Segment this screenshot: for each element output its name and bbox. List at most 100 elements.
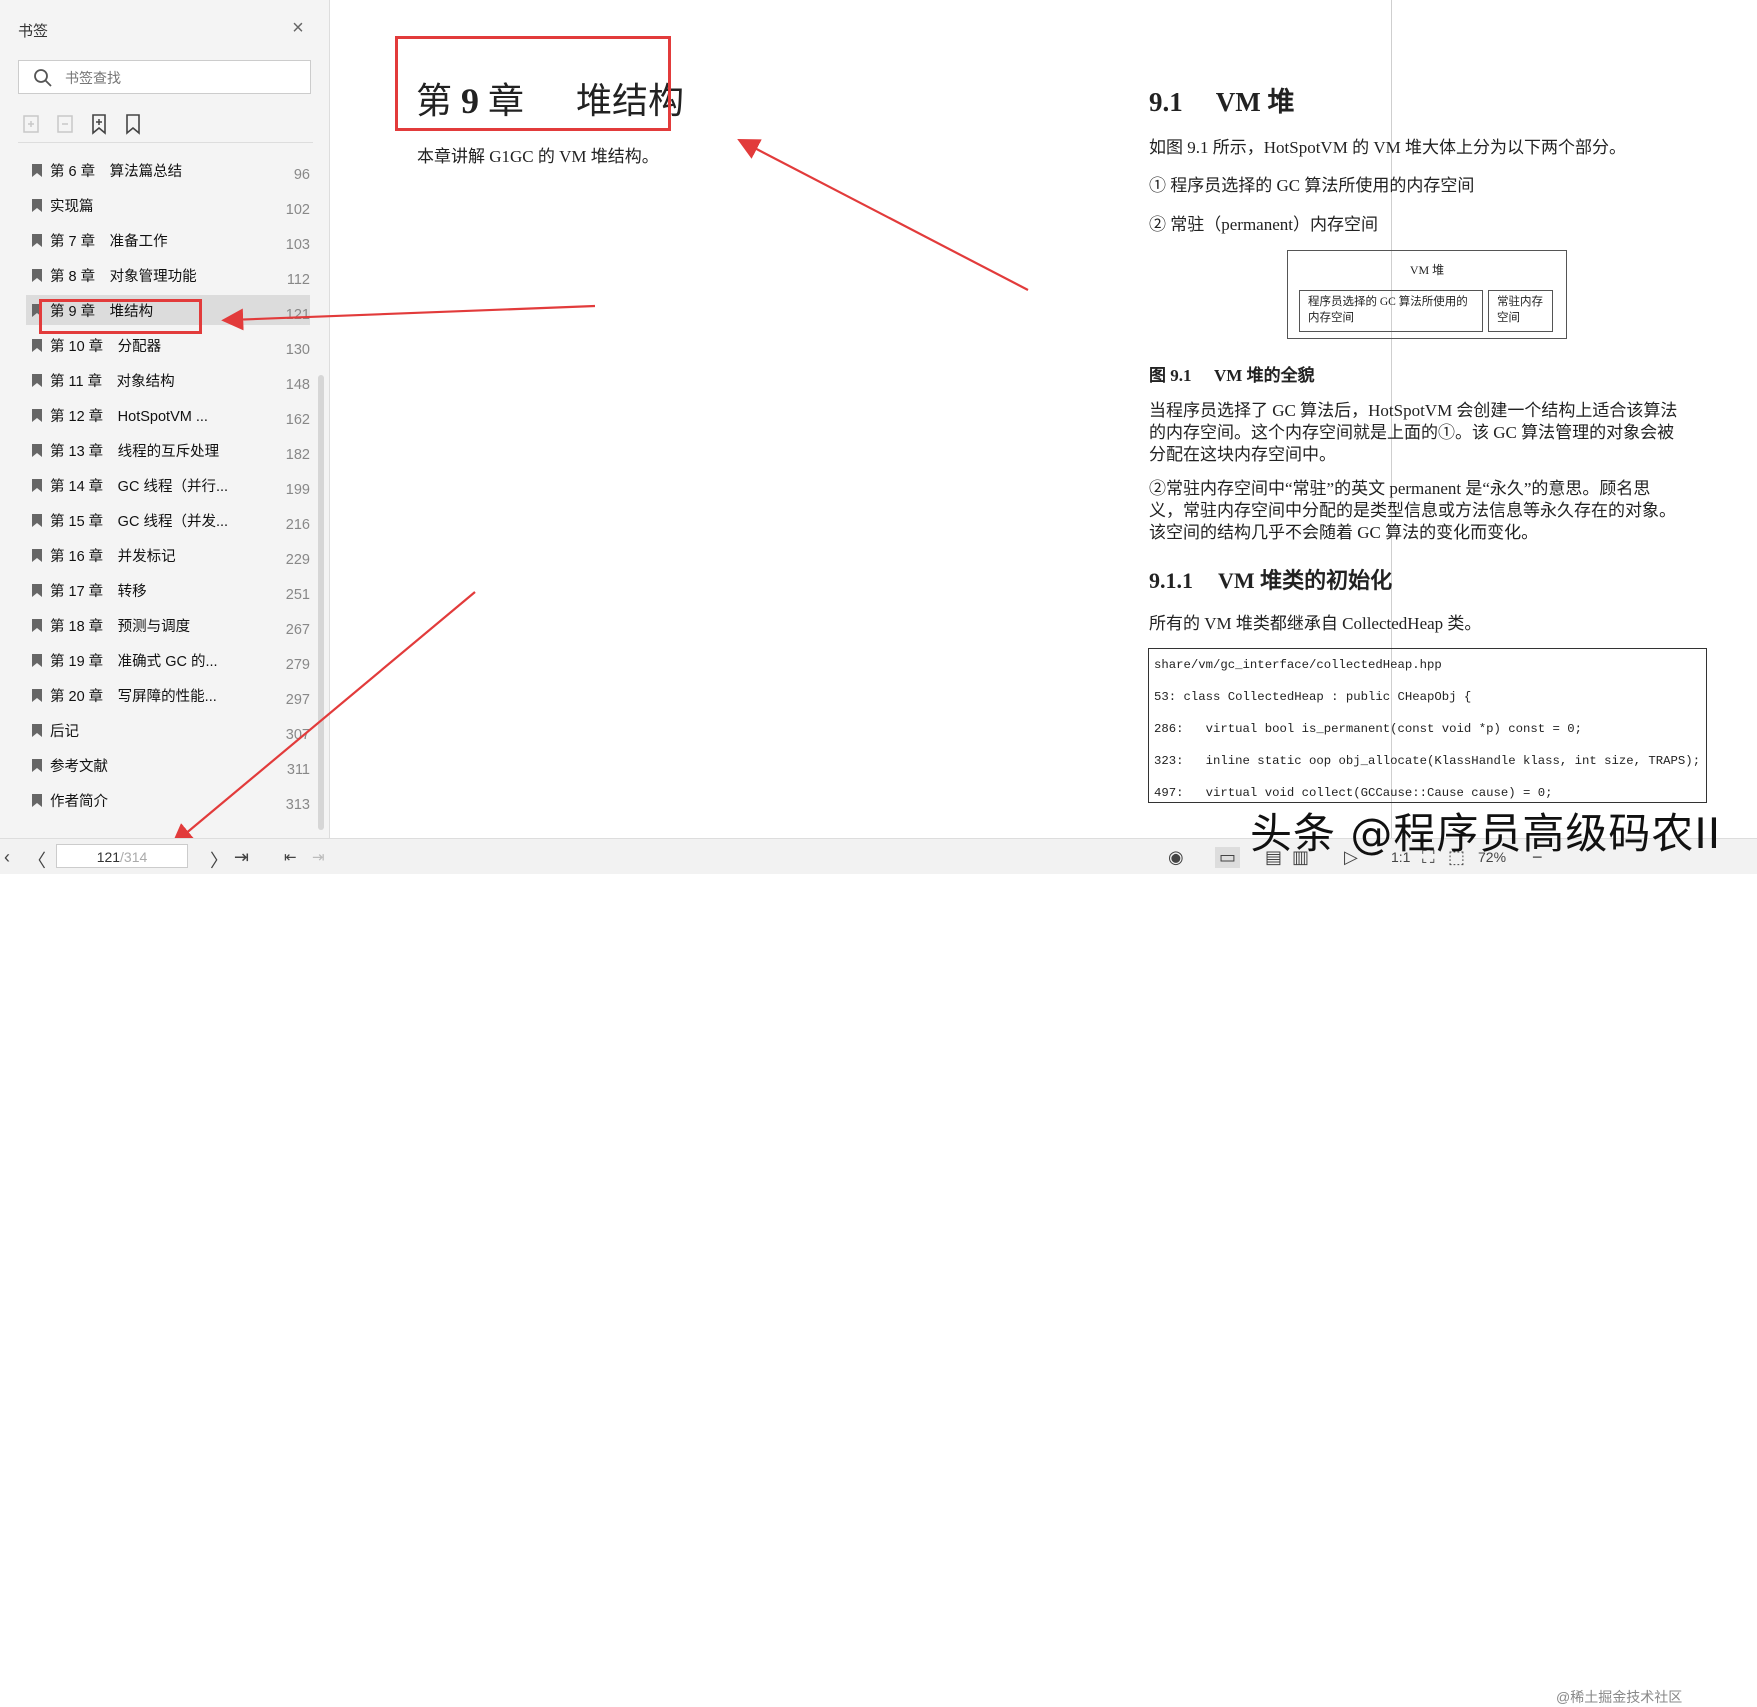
toc-item-label: 第 18 章 预测与调度 (50, 619, 191, 635)
search-input[interactable] (63, 67, 297, 89)
close-icon[interactable]: × (289, 18, 307, 38)
toc-item-page: 216 (285, 517, 310, 533)
chapter-intro: 本章讲解 G1GC 的 VM 堆结构。 (417, 147, 659, 166)
toc-item-page: 313 (285, 797, 310, 813)
toc-item-page: 162 (285, 412, 310, 428)
toc-item-page: 103 (285, 237, 310, 253)
toc-item-page: 112 (286, 272, 310, 288)
annotation-box-chapter-title (395, 36, 671, 131)
figure-caption: 图 9.1 VM 堆的全貌 (1149, 361, 1315, 386)
watermark-sub: @稀土掘金技术社区 (1556, 1689, 1683, 1705)
toc-item-label: 参考文献 (50, 759, 108, 775)
toc-item[interactable]: 第 10 章 分配器 130 (26, 330, 310, 360)
toc-item-label: 第 10 章 分配器 (50, 339, 162, 355)
figure-outer-label: VM 堆 (1409, 263, 1445, 277)
toc-item-page: 251 (285, 587, 310, 603)
toc-item[interactable]: 第 15 章 GC 线程（并发... 216 (26, 505, 310, 535)
figure-caption-text: VM 堆的全貌 (1214, 366, 1315, 385)
list-item: ① 程序员选择的 GC 算法所使用的内存空间 (1149, 176, 1475, 195)
bookmark-icon (32, 374, 42, 387)
figure-box-line: 程序员选择的 GC 算法所使用的 (1308, 296, 1468, 308)
bookmark-icon (32, 759, 42, 772)
next-page-button[interactable]: 〉 (210, 847, 228, 873)
add-bookmark-icon[interactable] (90, 113, 110, 135)
prev-icon[interactable]: ‹ (4, 847, 10, 868)
toc-item[interactable]: 实现篇 102 (26, 190, 310, 220)
toc-item-label: 第 8 章 对象管理功能 (50, 269, 197, 285)
bookmark-icon (32, 164, 42, 177)
toc-item-label: 实现篇 (50, 199, 94, 215)
single-page-icon[interactable]: ▭ (1215, 847, 1241, 868)
total-pages: /314 (120, 849, 148, 865)
toc-item-page: 267 (285, 622, 310, 638)
figure-box-permanent: 常驻内存 空间 (1488, 290, 1553, 332)
back-icon[interactable]: ⇤ (284, 848, 297, 866)
bookmark-search[interactable] (18, 60, 311, 94)
toc-item-page: 279 (285, 657, 310, 673)
list-item: ② 常驻（permanent）内存空间 (1149, 215, 1378, 234)
annotation-box-bookmark (39, 299, 202, 334)
toc-item-label: 第 6 章 算法篇总结 (50, 164, 183, 180)
bookmark-icon (32, 479, 42, 492)
previous-page-button[interactable]: 〈 (28, 847, 46, 873)
watermark: 头条 @程序员高级码农II (1250, 809, 1722, 858)
bookmark-icon[interactable] (124, 113, 144, 135)
toc-item[interactable]: 第 20 章 写屏障的性能... 297 (26, 680, 310, 710)
forward-icon[interactable]: ⇥ (312, 848, 325, 866)
figure-caption-number: 图 9.1 (1149, 366, 1192, 385)
paragraph: 当程序员选择了 GC 算法后，HotSpotVM 会创建一个结构上适合该算法 的… (1149, 400, 1677, 466)
toc-item[interactable]: 第 16 章 并发标记 229 (26, 540, 310, 570)
toc-item[interactable]: 参考文献 311 (26, 750, 310, 780)
code-file: share/vm/gc_interface/collectedHeap.hpp (1154, 658, 1442, 672)
toc-item[interactable]: 第 12 章 HotSpotVM ... 162 (26, 400, 310, 430)
figure-box-line: 空间 (1497, 312, 1520, 324)
subsection-title-vm: VM 堆类的初始化 (1218, 568, 1393, 593)
paragraph-line: 的内存空间。这个内存空间就是上面的①。该 GC 算法管理的对象会被 (1149, 423, 1675, 442)
toc-item[interactable]: 第 11 章 对象结构 148 (26, 365, 310, 395)
collapse-all-icon[interactable] (56, 113, 76, 135)
toc-item-label: 作者简介 (50, 794, 108, 810)
toc-item[interactable]: 第 13 章 线程的互斥处理 182 (26, 435, 310, 465)
toc-item-label: 第 15 章 GC 线程（并发... (50, 514, 229, 530)
toc-item-label: 第 11 章 对象结构 (50, 374, 175, 390)
divider (18, 142, 313, 143)
paragraph-line: 义，常驻内存空间中分配的是类型信息或方法信息等永久存在的对象。 (1149, 501, 1676, 520)
paragraph: 所有的 VM 堆类都继承自 CollectedHeap 类。 (1149, 614, 1482, 633)
bookmark-icon (32, 409, 42, 422)
toc-item-page: 311 (286, 762, 310, 778)
eye-icon[interactable]: ◉ (1168, 847, 1184, 868)
page-number-field[interactable]: 121/314 (56, 844, 188, 868)
bookmark-icon (32, 584, 42, 597)
paragraph: 如图 9.1 所示，HotSpotVM 的 VM 堆大体上分为以下两个部分。 (1149, 138, 1626, 157)
subsection-heading: 9.1.1 VM 堆类的初始化 (1149, 563, 1392, 595)
bookmark-icon (32, 269, 42, 282)
code-line: 286: virtual bool is_permanent(const voi… (1154, 722, 1583, 736)
toc-item-label: 第 19 章 准确式 GC 的... (50, 654, 218, 670)
bookmark-sidebar: 书签 × 第 6 章 算法篇总结 96 实现篇 102 第 7 章 准备工作 103 第 8… (0, 0, 330, 838)
toc-item-page: 130 (285, 342, 310, 358)
expand-all-icon[interactable] (22, 113, 42, 135)
toc-item[interactable]: 第 6 章 算法篇总结 96 (26, 155, 310, 185)
toc-item[interactable]: 第 8 章 对象管理功能 112 (26, 260, 310, 290)
code-line: 323: inline static oop obj_allocate(Klas… (1154, 754, 1701, 768)
paragraph: ②常驻内存空间中“常驻”的英文 permanent 是“永久”的意思。顾名思 义… (1149, 478, 1676, 544)
scrollbar[interactable] (318, 375, 324, 830)
toc-item-page: 297 (285, 692, 310, 708)
bookmark-icon (32, 724, 42, 737)
toc-item[interactable]: 第 19 章 准确式 GC 的... 279 (26, 645, 310, 675)
toc-item[interactable]: 第 18 章 预测与调度 267 (26, 610, 310, 640)
toc-item-page: 102 (285, 202, 310, 218)
toc-item-label: 第 13 章 线程的互斥处理 (50, 444, 220, 460)
toc-item[interactable]: 后记 307 (26, 715, 310, 745)
toc-item[interactable]: 第 17 章 转移 251 (26, 575, 310, 605)
section-title: VM 堆 (1215, 87, 1295, 117)
toc-item[interactable]: 第 14 章 GC 线程（并行... 199 (26, 470, 310, 500)
paragraph-line: 该空间的结构几乎不会随着 GC 算法的变化而变化。 (1149, 523, 1539, 542)
toc-item-label: 第 20 章 写屏障的性能... (50, 689, 217, 705)
bookmark-icon (32, 654, 42, 667)
toc-item[interactable]: 作者简介 313 (26, 785, 310, 815)
last-page-icon[interactable]: ⇥ (234, 847, 249, 868)
toc-item[interactable]: 第 7 章 准备工作 103 (26, 225, 310, 255)
sidebar-title: 书签 (18, 23, 49, 40)
bookmark-icon (32, 444, 42, 457)
